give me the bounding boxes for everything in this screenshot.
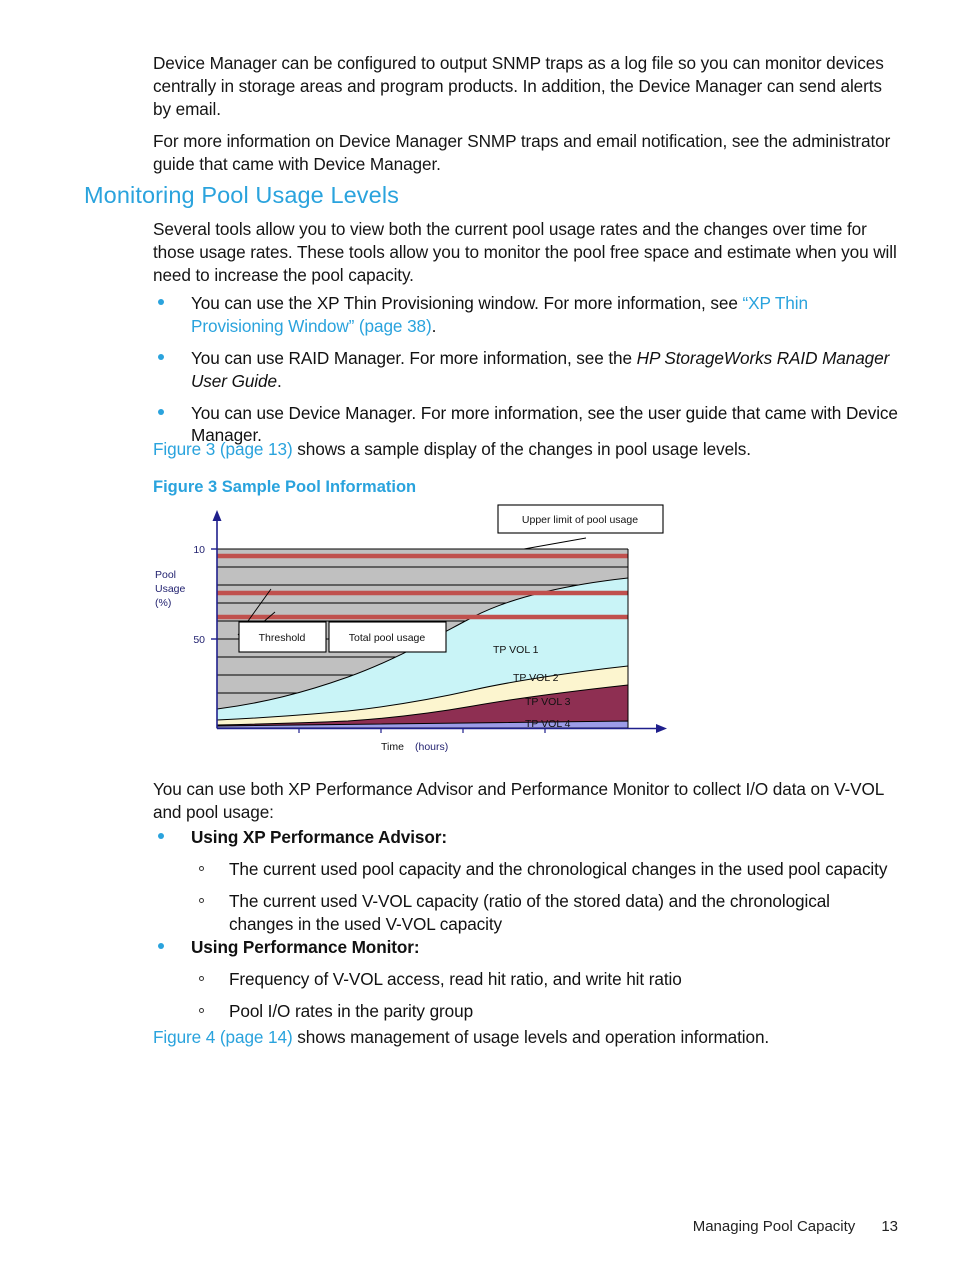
performance-monitor-sub-list: Frequency of V-VOL access, read hit rati… [191, 968, 898, 1023]
figure4-link[interactable]: Figure 4 (page 14) [153, 1027, 293, 1047]
footer-section-title: Managing Pool Capacity [692, 1218, 856, 1235]
group-label: Using XP Performance Advisor: [191, 827, 447, 847]
bullet-text-tail: . [431, 315, 437, 336]
upper-limit-leader [523, 537, 587, 550]
figure3-caption-block: Figure 3 Sample Pool Information [153, 478, 898, 497]
bullet-text: You can use RAID Manager. For more infor… [191, 347, 637, 368]
sub-bullet-text: The current used V-VOL capacity (ratio o… [229, 890, 830, 934]
intro-paragraph-2: For more information on Device Manager S… [153, 130, 891, 174]
figure4-reference-rest: shows management of usage levels and ope… [292, 1027, 770, 1047]
bullet-dot-icon [158, 299, 164, 305]
threshold-callout: Threshold [238, 621, 327, 653]
bullet-dot-icon [158, 833, 164, 839]
threshold-callout-label: Threshold [259, 632, 306, 644]
y-axis-title-line-1: Pool [155, 569, 176, 581]
tp-vol-2-label: TP VOL 2 [513, 672, 559, 684]
tp-vol-1-label: TP VOL 1 [493, 644, 539, 656]
figure3-reference-paragraph: Figure 3 (page 13) shows a sample displa… [153, 438, 898, 461]
bullet-text: You can use the XP Thin Provisioning win… [191, 293, 743, 313]
x-axis-arrow-icon [656, 724, 667, 733]
section-heading: Monitoring Pool Usage Levels [84, 182, 400, 208]
y-axis-title-line-3: (%) [155, 597, 171, 609]
figure3-reference-line: Figure 3 (page 13) shows a sample displa… [153, 438, 898, 470]
list-item: You can use the XP Thin Provisioning win… [153, 292, 898, 338]
list-item: The current used V-VOL capacity (ratio o… [191, 890, 898, 936]
bullet-dot-icon [158, 353, 164, 360]
figure4-reference-paragraph: Figure 4 (page 14) shows management of u… [153, 1026, 898, 1049]
performance-advisor-sub-list: The current used pool capacity and the c… [191, 858, 898, 936]
page-footer: Managing Pool Capacity 13 [0, 1218, 898, 1235]
y-tick-label-50: 50 [193, 634, 205, 646]
section-bullet-list: You can use the XP Thin Provisioning win… [153, 292, 898, 447]
sub-bullet-text: The current used pool capacity and the c… [229, 858, 888, 879]
sub-bullet-text: Pool I/O rates in the parity group [229, 1000, 474, 1021]
performance-monitor-group: Using Performance Monitor: Frequency of … [153, 936, 898, 1032]
performance-advisor-group: Using XP Performance Advisor: The curren… [153, 826, 898, 945]
sub-bullet-circle-icon [199, 865, 204, 871]
bullet-dot-icon [158, 943, 164, 949]
after-figure-intro-block: You can use both XP Performance Advisor … [153, 778, 898, 833]
bullet-dot-icon [158, 408, 164, 415]
footer-page-number: 13 [881, 1218, 898, 1235]
tp-vol-4-label: TP VOL 4 [525, 718, 571, 730]
y-axis-arrow-icon [212, 510, 222, 521]
bullet-text-tail: . [276, 370, 282, 391]
x-axis-title-unit: (hours) [415, 741, 448, 753]
y-axis-title-line-2: Usage [155, 583, 186, 595]
performance-monitor-bullet-list: Using Performance Monitor: [153, 936, 898, 959]
group-label: Using Performance Monitor: [191, 937, 420, 957]
section-bullet-list-block: You can use the XP Thin Provisioning win… [153, 292, 898, 456]
section-intro-block: Several tools allow you to view both the… [153, 218, 898, 296]
figure3-link[interactable]: Figure 3 (page 13) [153, 439, 293, 459]
figure4-reference-line: Figure 4 (page 14) shows management of u… [153, 1026, 898, 1058]
intro-paragraph-1: Device Manager can be configured to outp… [153, 53, 884, 119]
tp-vol-3-label: TP VOL 3 [525, 696, 571, 708]
figure3-reference-rest: shows a sample display of the changes in… [292, 439, 751, 459]
list-item: Using XP Performance Advisor: [153, 826, 898, 849]
total-pool-usage-callout-label: Total pool usage [349, 632, 426, 644]
list-item: Pool I/O rates in the parity group [191, 1000, 898, 1023]
after-figure-paragraph-1: You can use both XP Performance Advisor … [153, 779, 884, 822]
list-item: The current used pool capacity and the c… [191, 858, 898, 881]
section-paragraph-1: Several tools allow you to view both the… [153, 219, 897, 285]
y-tick-label-100: 10 [193, 544, 205, 556]
list-item: Frequency of V-VOL access, read hit rati… [191, 968, 898, 991]
upper-limit-callout-label: Upper limit of pool usage [522, 514, 638, 526]
sub-bullet-text: Frequency of V-VOL access, read hit rati… [229, 968, 682, 989]
total-pool-usage-callout: Total pool usage [328, 621, 447, 653]
x-axis-title: Time [381, 741, 404, 753]
figure3-caption: Figure 3 Sample Pool Information [153, 478, 417, 496]
intro-block: Device Manager can be configured to outp… [153, 52, 898, 184]
document-page: Device Manager can be configured to outp… [0, 0, 954, 1271]
sub-bullet-circle-icon [199, 1007, 204, 1013]
performance-advisor-bullet-list: Using XP Performance Advisor: [153, 826, 898, 849]
sub-bullet-circle-icon [199, 975, 204, 981]
upper-limit-callout: Upper limit of pool usage [497, 504, 664, 534]
figure3-pool-usage-chart: 10 50 Pool Usage (%) Time (hours) Upper … [153, 500, 693, 762]
list-item: You can use RAID Manager. For more infor… [153, 347, 898, 393]
list-item: Using Performance Monitor: [153, 936, 898, 959]
sub-bullet-circle-icon [199, 897, 204, 903]
